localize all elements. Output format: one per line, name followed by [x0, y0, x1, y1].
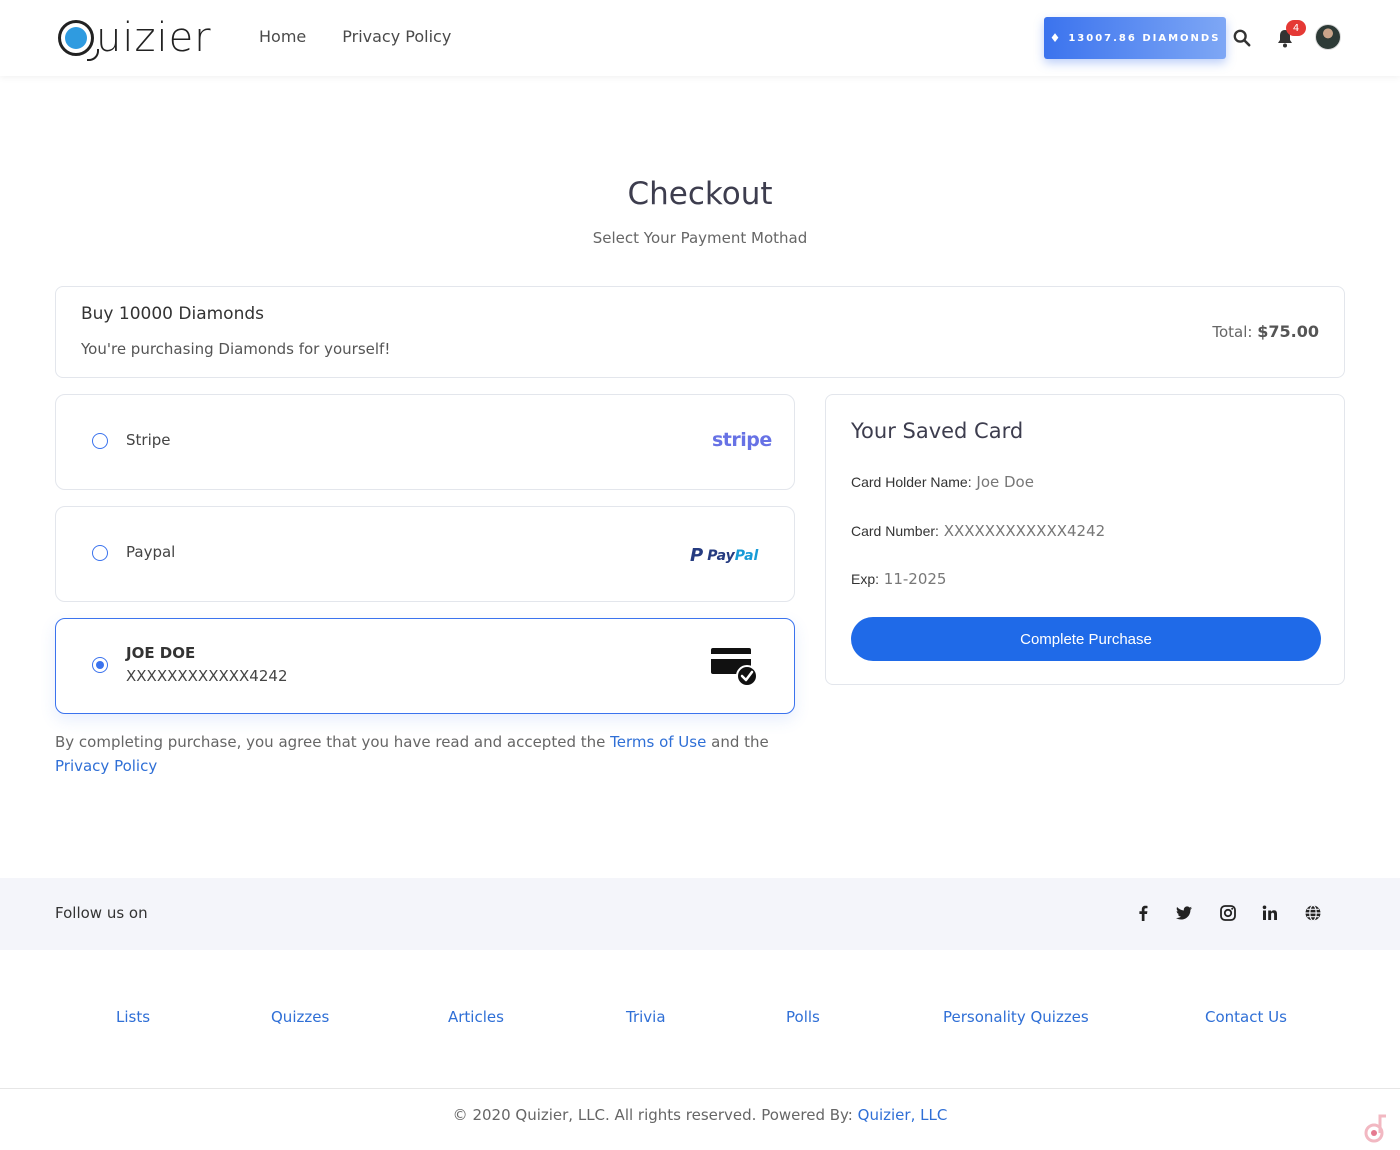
- card-exp-row: Exp: 11-2025: [851, 570, 946, 588]
- saved-card-name: JOE DOE: [126, 644, 196, 662]
- nav-privacy-policy[interactable]: Privacy Policy: [342, 27, 451, 46]
- saved-card-title: Your Saved Card: [851, 419, 1024, 443]
- payment-option-saved-card[interactable]: JOE DOE XXXXXXXXXXXX4242: [55, 618, 795, 714]
- privacy-policy-link[interactable]: Privacy Policy: [55, 757, 157, 775]
- footer-divider: [0, 1088, 1400, 1089]
- footer-link-personality-quizzes[interactable]: Personality Quizzes: [943, 1008, 1089, 1026]
- card-number-value: XXXXXXXXXXXX4242: [943, 522, 1106, 540]
- diamonds-balance-label: 13007.86 DIAMONDS: [1068, 32, 1221, 44]
- credit-card-check-icon: [711, 648, 758, 686]
- page-subtitle: Select Your Payment Mothad: [592, 229, 808, 247]
- linkedin-icon[interactable]: [1261, 904, 1279, 922]
- paypal-logo-pay: Pay: [707, 547, 735, 564]
- terms-middle: and the: [711, 733, 769, 751]
- diamond-icon: ♦: [1049, 31, 1063, 45]
- stripe-label: Stripe: [126, 431, 171, 449]
- saved-card-number: XXXXXXXXXXXX4242: [126, 667, 288, 685]
- card-exp-value: 11-2025: [883, 570, 947, 588]
- logo-text: uizier: [96, 15, 212, 61]
- saved-card-radio[interactable]: [92, 657, 108, 673]
- saved-card-panel: Your Saved Card Card Holder Name: Joe Do…: [825, 394, 1345, 685]
- follow-bar: Follow us on: [0, 878, 1400, 950]
- main-nav: Home Privacy Policy: [259, 27, 451, 46]
- follow-label: Follow us on: [55, 904, 148, 922]
- search-icon[interactable]: [1233, 29, 1251, 47]
- order-total-label: Total:: [1212, 323, 1253, 341]
- footer-link-contact-us[interactable]: Contact Us: [1205, 1008, 1287, 1026]
- terms-of-use-link[interactable]: Terms of Use: [610, 733, 706, 751]
- footer-link-trivia[interactable]: Trivia: [626, 1008, 666, 1026]
- paypal-radio[interactable]: [92, 545, 108, 561]
- complete-purchase-button[interactable]: Complete Purchase: [851, 617, 1321, 661]
- payment-option-stripe[interactable]: Stripe stripe: [55, 394, 795, 490]
- diamonds-balance-button[interactable]: ♦ 13007.86 DIAMONDS: [1044, 17, 1226, 59]
- top-header: uizier Home Privacy Policy ♦ 13007.86 DI…: [0, 0, 1400, 76]
- order-description: You're purchasing Diamonds for yourself!: [81, 340, 391, 358]
- page-title: Checkout: [627, 176, 773, 212]
- stripe-radio[interactable]: [92, 433, 108, 449]
- instagram-icon[interactable]: [1219, 904, 1237, 922]
- card-holder-value: Joe Doe: [976, 473, 1034, 491]
- order-total-value: $75.00: [1257, 322, 1319, 341]
- facebook-icon[interactable]: [1134, 904, 1152, 922]
- nav-home[interactable]: Home: [259, 27, 306, 46]
- footer-link-polls[interactable]: Polls: [786, 1008, 820, 1026]
- terms-prefix: By completing purchase, you agree that y…: [55, 733, 606, 751]
- notification-badge: 4: [1286, 20, 1306, 36]
- stripe-logo: stripe: [712, 429, 772, 451]
- paypal-logo: P PayPal: [690, 545, 758, 566]
- twitter-icon[interactable]: [1175, 904, 1193, 922]
- order-summary-card: Buy 10000 Diamonds You're purchasing Dia…: [55, 286, 1345, 378]
- globe-icon[interactable]: [1304, 904, 1322, 922]
- order-total: Total: $75.00: [1212, 322, 1319, 341]
- payment-option-paypal[interactable]: Paypal P PayPal: [55, 506, 795, 602]
- card-holder-row: Card Holder Name: Joe Doe: [851, 473, 1034, 491]
- copyright-text: © 2020 Quizier, LLC. All rights reserved…: [452, 1106, 853, 1124]
- card-number-label: Card Number:: [851, 523, 939, 539]
- card-exp-label: Exp:: [851, 571, 880, 587]
- card-holder-label: Card Holder Name:: [851, 474, 972, 490]
- terms-notice: By completing purchase, you agree that y…: [55, 730, 795, 778]
- paypal-p-icon: P: [690, 545, 704, 566]
- quizier-logo[interactable]: uizier: [58, 14, 212, 62]
- corner-brand-icon: [1364, 1114, 1386, 1143]
- order-title: Buy 10000 Diamonds: [81, 304, 264, 324]
- footer-link-lists[interactable]: Lists: [116, 1008, 150, 1026]
- paypal-label: Paypal: [126, 543, 176, 561]
- powered-by-link[interactable]: Quizier, LLC: [858, 1106, 948, 1124]
- footer-link-articles[interactable]: Articles: [448, 1008, 504, 1026]
- card-number-row: Card Number: XXXXXXXXXXXX4242: [851, 522, 1105, 540]
- user-avatar[interactable]: [1315, 24, 1341, 50]
- footer-link-quizzes[interactable]: Quizzes: [271, 1008, 329, 1026]
- paypal-logo-pal: Pal: [734, 547, 759, 564]
- copyright: © 2020 Quizier, LLC. All rights reserved…: [0, 1106, 1400, 1124]
- logo-q-icon: [58, 20, 99, 61]
